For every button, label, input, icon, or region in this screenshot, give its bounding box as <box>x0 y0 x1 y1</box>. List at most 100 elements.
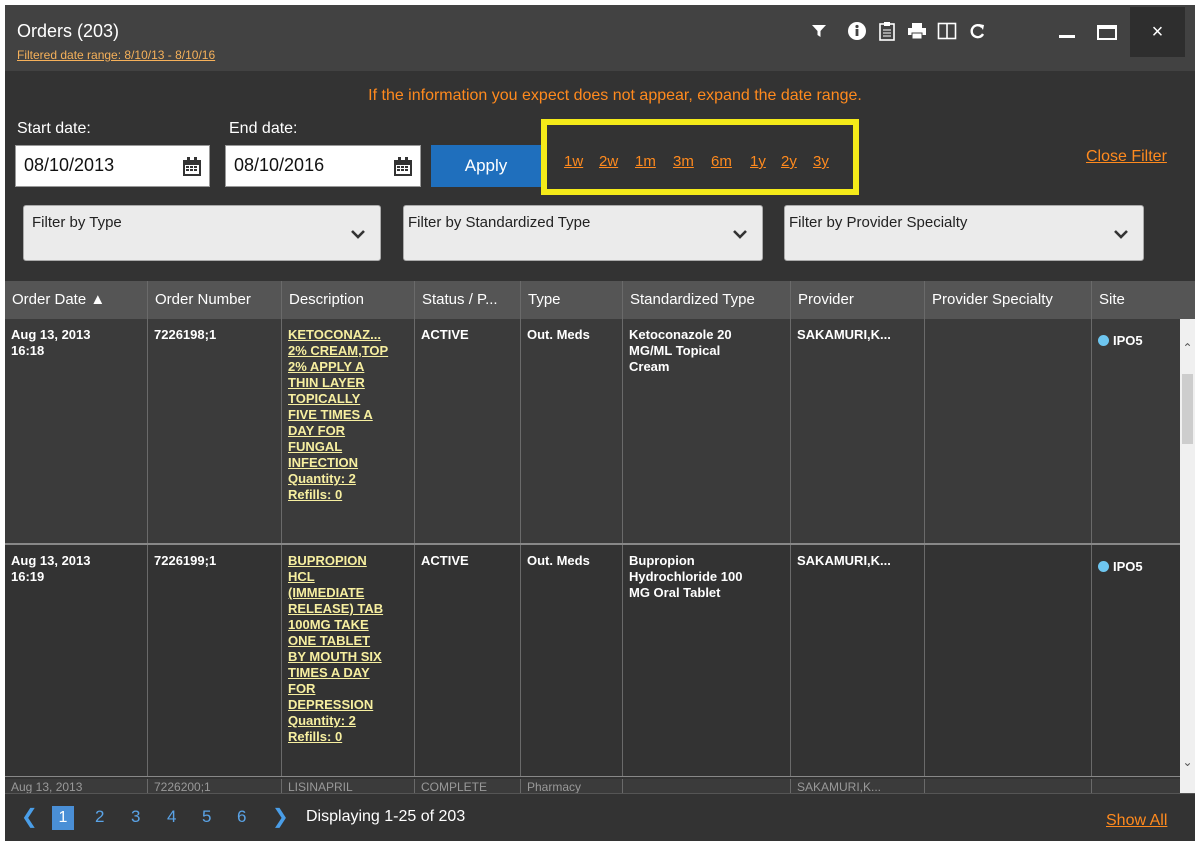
column-header-status[interactable]: Status / P... <box>415 281 521 319</box>
end-date-field[interactable]: 08/10/2016 <box>225 145 421 187</box>
type-cell: Pharmacy <box>521 779 623 793</box>
close-filter-link[interactable]: Close Filter <box>1086 148 1167 166</box>
provider-cell: SAKAMURI,K... <box>791 545 925 776</box>
range-2y-link[interactable]: 2y <box>781 153 797 170</box>
standardized-type-cell: Ketoconazole 20 MG/ML Topical Cream <box>623 319 791 543</box>
column-header-provider-specialty[interactable]: Provider Specialty <box>925 281 1092 319</box>
scroll-thumb[interactable] <box>1182 374 1193 444</box>
description-line: Quantity: 2 <box>288 471 356 486</box>
filter-icon[interactable] <box>807 19 831 43</box>
description-line: ONE TABLET <box>288 633 371 648</box>
page-1-button[interactable]: 1 <box>52 806 74 830</box>
range-3y-link[interactable]: 3y <box>813 153 829 170</box>
description-link[interactable]: BUPROPION HCL (IMMEDIATE RELEASE) TAB 10… <box>282 545 415 776</box>
status-cell: ACTIVE <box>415 319 521 543</box>
range-1w-link[interactable]: 1w <box>564 153 583 170</box>
table-row[interactable]: Aug 13, 2013 7226200;1 LISINAPRIL COMPLE… <box>5 779 1180 793</box>
start-date-value: 08/10/2013 <box>24 155 115 175</box>
column-header-description[interactable]: Description <box>282 281 415 319</box>
range-2w-link[interactable]: 2w <box>599 153 618 170</box>
table-row[interactable]: Aug 13, 2013 16:19 7226199;1 BUPROPION H… <box>5 545 1180 777</box>
print-icon[interactable] <box>905 19 929 43</box>
show-all-link[interactable]: Show All <box>1106 812 1167 830</box>
prev-page-icon[interactable]: ❮ <box>21 804 38 829</box>
filtered-date-range-link[interactable]: Filtered date range: 8/10/13 - 8/10/16 <box>17 48 215 62</box>
table-header: Order Date ▲ Order Number Description St… <box>5 281 1195 319</box>
description-line: TOPICALLY <box>288 391 361 406</box>
end-date-value: 08/10/2016 <box>234 155 325 175</box>
calendar-icon[interactable] <box>181 156 203 178</box>
filter-by-standardized-type-select[interactable]: Filter by Standardized Type <box>403 205 763 261</box>
description-line: FUNGAL <box>288 439 343 454</box>
chevron-down-icon <box>1114 230 1128 239</box>
displaying-count: Displaying 1-25 of 203 <box>306 808 466 825</box>
order-time: 16:19 <box>11 569 45 584</box>
range-3m-link[interactable]: 3m <box>673 153 694 170</box>
minimize-icon[interactable] <box>1055 19 1079 43</box>
order-time: 16:18 <box>11 343 45 358</box>
description-line: FOR <box>288 681 316 696</box>
filter-by-provider-specialty-select[interactable]: Filter by Provider Specialty <box>784 205 1144 261</box>
clipboard-icon[interactable] <box>875 19 899 43</box>
calendar-icon[interactable] <box>392 156 414 178</box>
site-cell: IPO5 <box>1092 319 1180 543</box>
range-6m-link[interactable]: 6m <box>711 153 732 170</box>
start-date-field[interactable]: 08/10/2013 <box>15 145 210 187</box>
description-line: 100MG TAKE <box>288 617 369 632</box>
provider-specialty-cell <box>925 319 1092 543</box>
description-line: DAY FOR <box>288 423 346 438</box>
range-1y-link[interactable]: 1y <box>750 153 766 170</box>
description-line: Refills: 0 <box>288 487 343 502</box>
site-value: IPO5 <box>1113 559 1143 574</box>
column-header-provider[interactable]: Provider <box>791 281 925 319</box>
page-3-link[interactable]: 3 <box>131 807 140 827</box>
column-header-order-date[interactable]: Order Date ▲ <box>5 281 148 319</box>
column-header-type[interactable]: Type <box>521 281 623 319</box>
standardized-type-line: Bupropion <box>629 553 695 568</box>
close-button[interactable]: × <box>1130 7 1185 57</box>
standardized-type-line: MG/ML Topical <box>629 343 721 358</box>
type-cell: Out. Meds <box>521 545 623 776</box>
description-link[interactable]: KETOCONAZ... 2% CREAM,TOP 2% APPLY A THI… <box>282 319 415 543</box>
scroll-down-icon[interactable]: ⌄ <box>1180 755 1195 770</box>
scroll-up-icon[interactable]: ⌃ <box>1180 341 1195 356</box>
site-status-dot <box>1098 335 1109 346</box>
description-line: (IMMEDIATE <box>288 585 365 600</box>
page-6-link[interactable]: 6 <box>237 807 246 827</box>
column-header-site[interactable]: Site <box>1092 281 1195 319</box>
chevron-down-icon <box>733 230 747 239</box>
next-page-icon[interactable]: ❯ <box>272 804 289 829</box>
vertical-scrollbar[interactable]: ⌃ ⌄ <box>1180 319 1195 793</box>
maximize-icon[interactable] <box>1095 19 1119 43</box>
description-line: BY MOUTH SIX <box>288 649 382 664</box>
start-date-label: Start date: <box>17 120 91 137</box>
orders-window: Orders (203) Filtered date range: 8/10/1… <box>5 5 1195 841</box>
provider-cell: SAKAMURI,K... <box>791 319 925 543</box>
apply-button[interactable]: Apply <box>431 145 541 187</box>
standardized-type-line: Ketoconazole 20 <box>629 327 732 342</box>
description-link[interactable]: LISINAPRIL <box>282 779 415 793</box>
description-line: TIMES A DAY <box>288 665 370 680</box>
order-number-cell: 7226200;1 <box>148 779 282 793</box>
status-cell: COMPLETE <box>415 779 521 793</box>
columns-icon[interactable] <box>935 19 959 43</box>
refresh-icon[interactable] <box>965 19 989 43</box>
page-4-link[interactable]: 4 <box>167 807 176 827</box>
column-header-standardized-type[interactable]: Standardized Type <box>623 281 791 319</box>
filter-by-type-select[interactable]: Filter by Type <box>23 205 381 261</box>
info-icon[interactable] <box>845 19 869 43</box>
description-line: 2% CREAM,TOP <box>288 343 389 358</box>
order-number-cell: 7226198;1 <box>148 319 282 543</box>
status-cell: ACTIVE <box>415 545 521 776</box>
table-row[interactable]: Aug 13, 2013 16:18 7226198;1 KETOCONAZ..… <box>5 319 1180 545</box>
range-1m-link[interactable]: 1m <box>635 153 656 170</box>
page-5-link[interactable]: 5 <box>202 807 211 827</box>
column-header-order-number[interactable]: Order Number <box>148 281 282 319</box>
order-date: Aug 13, 2013 <box>11 553 91 568</box>
order-date: Aug 13, 2013 <box>11 327 91 342</box>
site-value: IPO5 <box>1113 333 1143 348</box>
description-line: INFECTION <box>288 455 359 470</box>
page-2-link[interactable]: 2 <box>95 807 104 827</box>
description-line: DEPRESSION <box>288 697 374 712</box>
title-bar: Orders (203) Filtered date range: 8/10/1… <box>5 5 1195 71</box>
